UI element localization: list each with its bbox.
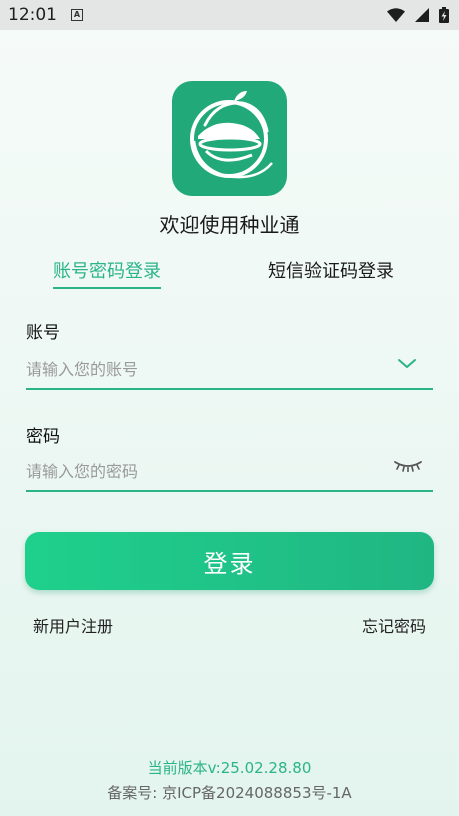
battery-charging-icon [439, 7, 449, 23]
password-input[interactable] [26, 456, 433, 492]
register-link[interactable]: 新用户注册 [33, 613, 113, 637]
login-button[interactable]: 登录 [25, 532, 434, 590]
version-text: 当前版本v:25.02.28.80 [147, 759, 312, 777]
forgot-password-link[interactable]: 忘记密码 [362, 613, 426, 637]
a-icon: A [71, 9, 83, 21]
icp-text: 备案号: 京ICP备2024088853号-1A [107, 784, 352, 802]
account-input[interactable] [26, 354, 433, 390]
signal-icon [415, 8, 429, 22]
chevron-down-icon[interactable] [397, 358, 417, 370]
tab-password-login[interactable]: 账号密码登录 [53, 257, 161, 289]
app-title: 欢迎使用种业通 [159, 213, 300, 237]
status-icons [387, 7, 449, 23]
wifi-icon [387, 8, 405, 22]
password-label: 密码 [26, 427, 60, 447]
status-time: 12:01 [8, 5, 57, 25]
account-label: 账号 [26, 323, 60, 343]
tab-sms-login[interactable]: 短信验证码登录 [268, 257, 394, 283]
app-logo-icon [172, 81, 287, 196]
status-bar: 12:01 A [0, 0, 459, 30]
eye-closed-icon[interactable] [393, 458, 423, 472]
